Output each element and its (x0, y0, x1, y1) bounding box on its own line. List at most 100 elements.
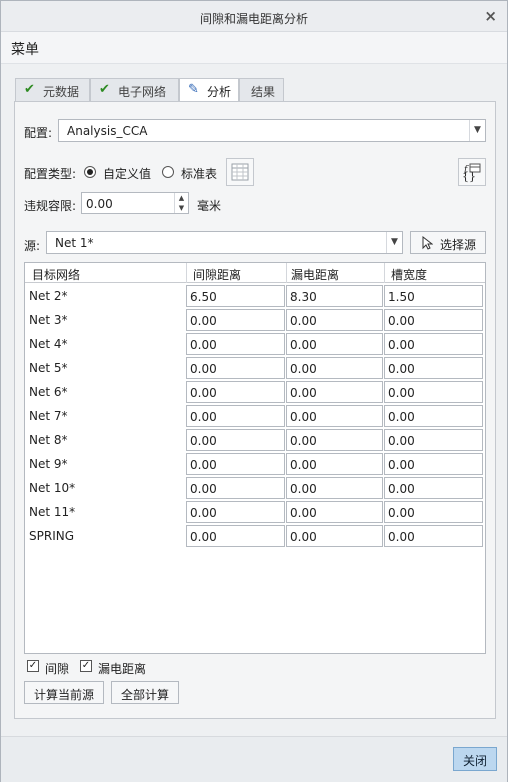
row-slot-input[interactable]: 0.00 (384, 333, 483, 355)
radio-custom[interactable] (84, 166, 96, 178)
row-clearance-input[interactable]: 0.00 (186, 477, 285, 499)
row-clearance-input[interactable]: 0.00 (186, 333, 285, 355)
table-row[interactable]: Net 7* 0.00 0.00 0.00 (25, 404, 485, 428)
chevron-down-icon[interactable]: ▼ (386, 232, 402, 253)
title-bar: 间隙和漏电距离分析 × (1, 1, 507, 32)
clearance-checkbox-label: 间隙 (45, 662, 70, 676)
row-slot-input[interactable]: 0.00 (384, 357, 483, 379)
row-clearance-input[interactable]: 0.00 (186, 501, 285, 523)
column-divider[interactable] (186, 263, 187, 283)
source-dropdown[interactable]: Net 1* ▼ (46, 231, 403, 254)
row-creepage-input[interactable]: 0.00 (286, 309, 383, 331)
row-clearance-input[interactable]: 0.00 (186, 381, 285, 403)
tab-analysis[interactable]: ✎ 分析 (179, 78, 239, 103)
row-clearance-input[interactable]: 0.00 (186, 453, 285, 475)
row-creepage-input[interactable]: 8.30 (286, 285, 383, 307)
compute-current-button[interactable]: 计算当前源 (24, 681, 104, 704)
tab-metadata[interactable]: ✔ 元数据 (15, 78, 90, 102)
row-creepage-value: 0.00 (290, 314, 317, 328)
column-divider[interactable] (384, 263, 385, 283)
row-creepage-input[interactable]: 0.00 (286, 477, 383, 499)
row-clearance-input[interactable]: 6.50 (186, 285, 285, 307)
cursor-icon (422, 236, 433, 250)
row-clearance-value: 0.00 (190, 434, 217, 448)
row-creepage-input[interactable]: 0.00 (286, 381, 383, 403)
row-slot-input[interactable]: 0.00 (384, 525, 483, 547)
table-row[interactable]: Net 3* 0.00 0.00 0.00 (25, 308, 485, 332)
row-net-name: Net 8* (29, 433, 68, 447)
row-clearance-input[interactable]: 0.00 (186, 405, 285, 427)
table-grid-icon[interactable] (226, 158, 254, 186)
row-clearance-value: 0.00 (190, 338, 217, 352)
row-creepage-input[interactable]: 0.00 (286, 429, 383, 451)
row-creepage-value: 0.00 (290, 386, 317, 400)
radio-custom-label: 自定义值 (103, 167, 152, 181)
row-slot-value: 0.00 (388, 362, 415, 376)
row-slot-value: 0.00 (388, 530, 415, 544)
close-button[interactable]: 关闭 (453, 747, 497, 771)
formula-icon[interactable]: {} f (458, 158, 486, 186)
row-slot-input[interactable]: 0.00 (384, 381, 483, 403)
tab-nets[interactable]: ✔ 电子网络 (90, 78, 179, 102)
table-row[interactable]: Net 2* 6.50 8.30 1.50 (25, 284, 485, 308)
table-row[interactable]: Net 10* 0.00 0.00 0.00 (25, 476, 485, 500)
row-creepage-input[interactable]: 0.00 (286, 501, 383, 523)
table-row[interactable]: Net 8* 0.00 0.00 0.00 (25, 428, 485, 452)
config-dropdown[interactable]: Analysis_CCA ▼ (58, 119, 486, 142)
row-slot-input[interactable]: 0.00 (384, 501, 483, 523)
row-creepage-input[interactable]: 0.00 (286, 405, 383, 427)
table-row[interactable]: Net 4* 0.00 0.00 0.00 (25, 332, 485, 356)
table-row[interactable]: Net 6* 0.00 0.00 0.00 (25, 380, 485, 404)
row-slot-value: 1.50 (388, 290, 415, 304)
close-icon[interactable]: × (484, 7, 497, 25)
row-clearance-input[interactable]: 0.00 (186, 429, 285, 451)
clearance-checkbox[interactable]: ✓ (27, 660, 39, 672)
tolerance-input[interactable]: 0.00 ▲ ▼ (81, 192, 189, 214)
row-slot-value: 0.00 (388, 458, 415, 472)
table-row[interactable]: SPRING 0.00 0.00 0.00 (25, 524, 485, 548)
row-slot-input[interactable]: 0.00 (384, 477, 483, 499)
check-icon: ✔ (99, 82, 110, 97)
tab-label: 分析 (207, 85, 232, 99)
row-creepage-value: 0.00 (290, 410, 317, 424)
row-creepage-value: 0.00 (290, 434, 317, 448)
creepage-checkbox[interactable]: ✓ (80, 660, 92, 672)
config-label: 配置: (24, 126, 53, 140)
row-slot-input[interactable]: 0.00 (384, 309, 483, 331)
table-row[interactable]: Net 5* 0.00 0.00 0.00 (25, 356, 485, 380)
header-target-net: 目标网络 (32, 268, 81, 282)
row-creepage-input[interactable]: 0.00 (286, 453, 383, 475)
row-slot-input[interactable]: 0.00 (384, 405, 483, 427)
row-net-name: Net 5* (29, 361, 68, 375)
header-creepage: 漏电距离 (291, 268, 340, 282)
row-slot-value: 0.00 (388, 386, 415, 400)
table-row[interactable]: Net 9* 0.00 0.00 0.00 (25, 452, 485, 476)
row-creepage-input[interactable]: 0.00 (286, 333, 383, 355)
row-slot-input[interactable]: 1.50 (384, 285, 483, 307)
row-creepage-input[interactable]: 0.00 (286, 357, 383, 379)
select-source-button[interactable]: 选择源 (410, 231, 486, 254)
radio-table[interactable] (162, 166, 174, 178)
source-label: 源: (24, 239, 41, 253)
row-clearance-value: 0.00 (190, 362, 217, 376)
compute-all-button[interactable]: 全部计算 (111, 681, 179, 704)
row-net-name: Net 4* (29, 337, 68, 351)
tab-results[interactable]: 结果 (239, 78, 284, 102)
menu-bar: 菜单 (1, 32, 507, 64)
row-clearance-input[interactable]: 0.00 (186, 525, 285, 547)
select-source-label: 选择源 (440, 238, 477, 252)
menu-label[interactable]: 菜单 (11, 39, 39, 59)
row-clearance-input[interactable]: 0.00 (186, 357, 285, 379)
row-creepage-input[interactable]: 0.00 (286, 525, 383, 547)
row-slot-input[interactable]: 0.00 (384, 453, 483, 475)
spinner-arrows-icon[interactable]: ▲ ▼ (174, 193, 188, 213)
tab-label: 结果 (251, 85, 276, 99)
creepage-checkbox-label: 漏电距离 (98, 662, 147, 676)
row-clearance-value: 0.00 (190, 530, 217, 544)
row-creepage-value: 0.00 (290, 506, 317, 520)
chevron-down-icon[interactable]: ▼ (469, 120, 485, 141)
row-clearance-input[interactable]: 0.00 (186, 309, 285, 331)
table-row[interactable]: Net 11* 0.00 0.00 0.00 (25, 500, 485, 524)
column-divider[interactable] (286, 263, 287, 283)
row-slot-input[interactable]: 0.00 (384, 429, 483, 451)
